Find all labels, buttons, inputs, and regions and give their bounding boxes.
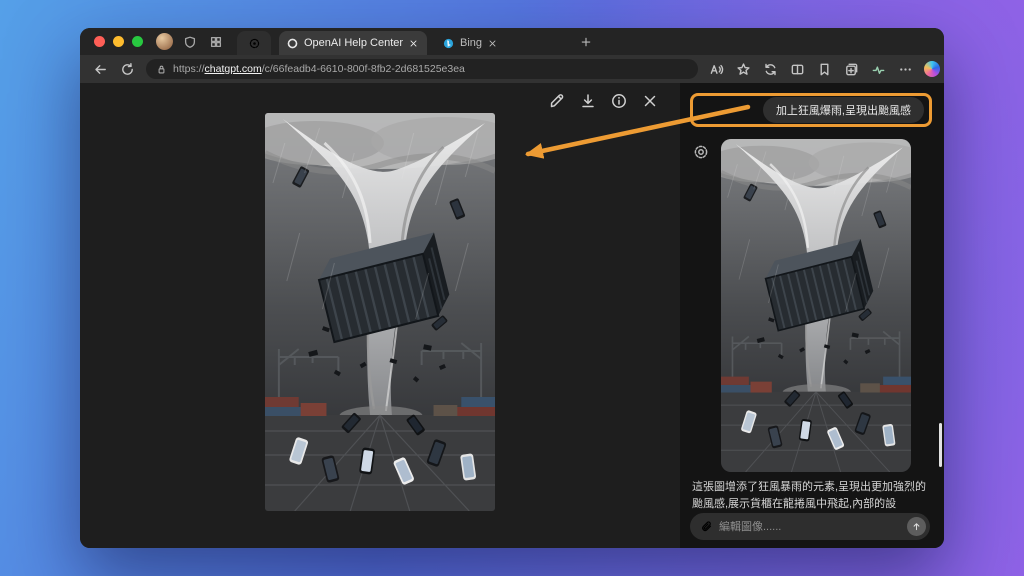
window-zoom-button[interactable] xyxy=(132,36,143,47)
url-scheme: https:// xyxy=(173,63,205,75)
edit-select-icon[interactable] xyxy=(549,93,565,109)
tab-close-icon[interactable] xyxy=(488,39,497,48)
download-icon[interactable] xyxy=(580,93,596,109)
pinned-tab-favicon-icon xyxy=(248,37,261,50)
prompt-highlight-annotation: 加上狂風爆雨,呈現出颱風感 xyxy=(690,93,932,127)
url-path: /c/66feadb4-6610-800f-8fb2-2d681525e3ea xyxy=(261,63,465,75)
toolbar-right-icons xyxy=(708,61,940,77)
panel-scrollbar[interactable] xyxy=(939,423,942,467)
user-prompt-bubble: 加上狂風爆雨,呈現出颱風感 xyxy=(762,97,924,123)
browser-toolbar: https://chatgpt.com/c/66feadb4-6610-800f… xyxy=(80,55,944,83)
info-icon[interactable] xyxy=(611,93,627,109)
tab-label: OpenAI Help Center xyxy=(304,37,404,49)
gear-icon[interactable] xyxy=(690,141,712,163)
send-button[interactable] xyxy=(907,517,926,536)
copilot-icon[interactable] xyxy=(924,61,940,77)
favorites-bar-icon[interactable] xyxy=(816,61,832,77)
generated-image-thumbnail[interactable] xyxy=(721,139,911,472)
tab-close-icon[interactable] xyxy=(409,39,418,48)
grid-icon[interactable] xyxy=(207,33,225,51)
edit-image-input-bar xyxy=(690,513,930,540)
page-content: 加上狂風爆雨,呈現出颱風感 這張圖增添了狂風暴雨的元素,呈現出更加強烈的颱風感,… xyxy=(80,83,944,548)
new-tab-button[interactable] xyxy=(575,31,597,53)
window-close-button[interactable] xyxy=(94,36,105,47)
tab-openai-help-center[interactable]: OpenAI Help Center xyxy=(279,31,427,55)
image-viewer xyxy=(80,83,680,548)
add-favorite-star-icon[interactable] xyxy=(735,61,751,77)
chat-side-panel: 加上狂風爆雨,呈現出颱風感 這張圖增添了狂風暴雨的元素,呈現出更加強烈的颱風感,… xyxy=(680,83,944,548)
window-minimize-button[interactable] xyxy=(113,36,124,47)
profile-avatar[interactable] xyxy=(156,33,173,50)
back-icon[interactable] xyxy=(92,61,109,78)
address-bar[interactable]: https://chatgpt.com/c/66feadb4-6610-800f… xyxy=(146,59,698,79)
edit-image-input[interactable] xyxy=(719,520,901,533)
shield-icon[interactable] xyxy=(181,33,199,51)
split-screen-icon[interactable] xyxy=(789,61,805,77)
read-aloud-icon[interactable] xyxy=(708,61,724,77)
desktop-background: OpenAI Help Center Bing https://chatgpt.… xyxy=(0,0,1024,576)
assistant-caption-text: 這張圖增添了狂風暴雨的元素,呈現出更加強烈的颱風感,展示貨櫃在龍捲風中飛起,內部… xyxy=(692,481,927,511)
browser-essentials-icon[interactable] xyxy=(870,61,886,77)
tab-label: Bing xyxy=(460,37,483,49)
bing-favicon-icon xyxy=(443,38,454,49)
collections-plus-icon[interactable] xyxy=(843,61,859,77)
tab-bing[interactable]: Bing xyxy=(435,31,567,55)
message-row xyxy=(690,139,932,472)
generated-image-large xyxy=(265,113,495,511)
sync-icon[interactable] xyxy=(762,61,778,77)
tab-strip: OpenAI Help Center Bing xyxy=(80,28,944,55)
browser-window: OpenAI Help Center Bing https://chatgpt.… xyxy=(80,28,944,548)
close-icon[interactable] xyxy=(642,93,658,109)
url-domain: chatgpt.com xyxy=(204,63,262,75)
openai-favicon-icon xyxy=(287,38,298,49)
viewer-toolbar xyxy=(549,93,658,109)
more-options-icon[interactable] xyxy=(897,61,913,77)
url-text: https://chatgpt.com/c/66feadb4-6610-800f… xyxy=(173,63,465,75)
lock-icon xyxy=(156,64,167,75)
attachment-paperclip-icon[interactable] xyxy=(700,520,713,533)
pinned-tab[interactable] xyxy=(237,31,271,55)
refresh-icon[interactable] xyxy=(119,61,136,78)
